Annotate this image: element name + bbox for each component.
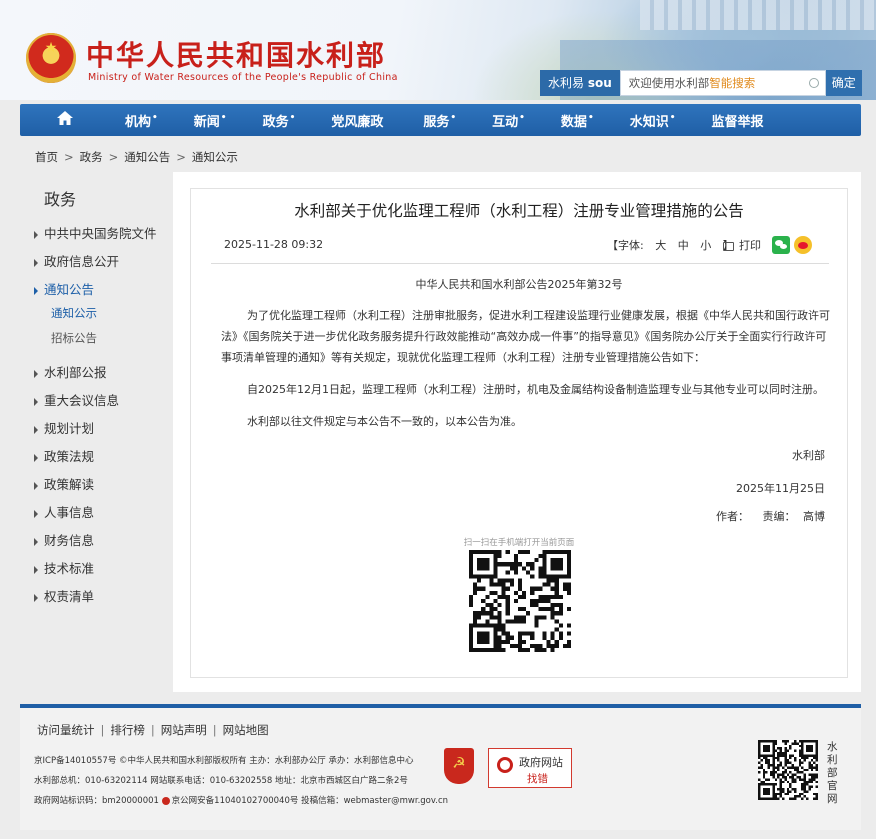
chevron-right-icon [34, 369, 38, 378]
footer-vertical-label: 水利部官网 [827, 741, 838, 805]
sidebar-item-guihua-jihua[interactable]: 规划计划 [34, 418, 94, 437]
breadcrumb-tongzhi-gonggao[interactable]: 通知公告 [124, 150, 170, 164]
article-signer: 水利部 [792, 449, 825, 462]
article-paragraph: 自2025年12月1日起，监理工程师（水利工程）注册时，机电及金属结构设备制造监… [247, 383, 824, 396]
nav-item-dangfeng[interactable]: 党风廉政 [331, 111, 383, 130]
sidebar-title: 政务 [44, 190, 77, 209]
breadcrumb-home[interactable]: 首页 [35, 150, 58, 164]
footer-identifiers: 政府网站标识码：bm20000001 京公网安备11040102700040号 … [34, 796, 448, 806]
party-org-badge-icon[interactable]: ☭ [444, 748, 474, 784]
chevron-right-icon [34, 397, 38, 406]
sidebar-item-zhengce-jiedu[interactable]: 政策解读 [34, 474, 94, 493]
search-bar: 水利易 sou 欢迎使用水利部 智能搜索 确定 [540, 70, 862, 96]
article-paragraph: 为了优化监理工程师（水利工程）注册审批服务，促进水利工程建设监理行业健康发展，根… [221, 309, 830, 364]
sidebar-item-zhongda-huiyi[interactable]: 重大会议信息 [34, 390, 119, 409]
main-nav: 机构• 新闻• 政务• 党风廉政 服务• 互动• 数据• 水知识• 监督举报 [20, 104, 861, 136]
banner-dam [640, 0, 876, 30]
sidebar: 政务 中共中央国务院文件 政府信息公开 通知公告 通知公示 招标公告 水利部公报… [20, 172, 173, 692]
chevron-right-icon [34, 453, 38, 462]
sidebar-subitem-tongzhi-gongshi[interactable]: 通知公示 [51, 305, 97, 321]
nav-item-jiandu[interactable]: 监督举报 [711, 111, 763, 130]
search-brand: 水利易 sou [540, 70, 620, 96]
editor-name: 高博 [803, 510, 825, 523]
sidebar-item-renshi-xinxi[interactable]: 人事信息 [34, 502, 94, 521]
article-paragraph: 水利部以往文件规定与本公告不一致的，以本公告为准。 [247, 415, 522, 428]
footer-link-sitemap[interactable]: 网站地图 [223, 723, 269, 737]
voice-search-icon[interactable] [808, 78, 819, 88]
chevron-right-icon [34, 593, 38, 602]
home-icon[interactable] [20, 111, 90, 129]
gov-site-error-badge[interactable]: 政府网站 找错 [488, 748, 572, 788]
search-placeholder: 欢迎使用水利部 [628, 76, 710, 90]
nav-item-fuwu[interactable]: 服务• [423, 111, 456, 129]
sidebar-item-zhengce-fagui[interactable]: 政策法规 [34, 446, 94, 465]
nav-item-zhengwu[interactable]: 政务• [263, 111, 296, 129]
nav-item-shuju[interactable]: 数据• [561, 111, 594, 129]
sidebar-item-gongbao[interactable]: 水利部公报 [34, 362, 107, 381]
search-brand-prefix: 水利易 [548, 76, 585, 90]
sidebar-item-quanze-qingdan[interactable]: 权责清单 [34, 586, 94, 605]
nav-item-hudong[interactable]: 互动• [492, 111, 525, 129]
footer: 访问量统计 | 排行榜 | 网站声明 | 网站地图 京ICP备14010557号 ©中华人民… [20, 708, 861, 830]
main-panel: 政务 中共中央国务院文件 政府信息公开 通知公告 通知公示 招标公告 水利部公报… [20, 172, 861, 692]
font-size-label: 【字体: [607, 239, 644, 252]
search-submit-button[interactable]: 确定 [825, 70, 862, 96]
print-button[interactable]: 打印 [723, 237, 761, 253]
divider [211, 263, 829, 264]
sidebar-subitem-zhaobiao-gonggao[interactable]: 招标公告 [51, 330, 97, 346]
magnifier-icon [497, 757, 513, 773]
police-badge-icon [161, 796, 170, 805]
chevron-right-icon [34, 565, 38, 574]
author-label: 作者： [716, 510, 749, 523]
font-size-large[interactable]: 大 [655, 239, 666, 252]
font-size-medium[interactable]: 中 [678, 239, 689, 252]
national-emblem-icon: ★ [26, 33, 76, 83]
footer-links: 访问量统计 | 排行榜 | 网站声明 | 网站地图 [37, 723, 269, 737]
footer-link-ranking[interactable]: 排行榜 [110, 723, 145, 737]
nav-item-shuizhishi[interactable]: 水知识• [630, 111, 676, 129]
sidebar-item-jishu-biaozhun[interactable]: 技术标准 [34, 558, 94, 577]
search-brand-suffix: sou [587, 76, 612, 90]
footer-link-statement[interactable]: 网站声明 [161, 723, 207, 737]
chevron-right-icon [34, 481, 38, 490]
search-placeholder-highlight: 智能搜索 [709, 76, 756, 90]
article-doc-number: 中华人民共和国水利部公告2025年第32号 [415, 278, 623, 291]
article-date: 2025-11-28 09:32 [224, 238, 324, 251]
header-banner: ★ 中华人民共和国水利部 Ministry of Water Resources… [0, 0, 876, 100]
chevron-right-icon [34, 286, 38, 295]
breadcrumb-tongzhi-gongshi[interactable]: 通知公示 [192, 150, 238, 164]
site-subtitle: Ministry of Water Resources of the Peopl… [88, 72, 398, 83]
sidebar-item-tongzhi-gonggao[interactable]: 通知公告 [34, 279, 94, 298]
editor-label: 责编： [762, 510, 796, 523]
footer-qr-code-icon [758, 740, 818, 800]
search-input[interactable]: 欢迎使用水利部 智能搜索 [619, 70, 826, 96]
wechat-share-icon[interactable] [772, 236, 790, 254]
sidebar-item-zhonggong-wenjian[interactable]: 中共中央国务院文件 [34, 223, 157, 242]
breadcrumb: 首页 > 政务 > 通知公告 > 通知公示 [35, 150, 238, 164]
footer-link-stats[interactable]: 访问量统计 [37, 723, 95, 737]
font-size-small[interactable]: 小 [700, 239, 711, 252]
chevron-right-icon [34, 425, 38, 434]
footer-copyright: 京ICP备14010557号 ©中华人民共和国水利部版权所有 主办：水利部办公厅… [34, 756, 414, 766]
site-title[interactable]: 中华人民共和国水利部 [86, 34, 386, 74]
qr-code-icon [469, 550, 571, 652]
footer-contact: 水利部总机：010-63202114 网站联系电话：010-63202558 地… [34, 776, 408, 786]
article-title: 水利部关于优化监理工程师（水利工程）注册专业管理措施的公告 [294, 202, 744, 220]
weibo-share-icon[interactable] [794, 236, 812, 254]
chevron-right-icon [34, 258, 38, 267]
nav-item-jigou[interactable]: 机构• [125, 111, 158, 129]
article-sign-date: 2025年11月25日 [736, 482, 825, 495]
qr-caption: 扫一扫在手机端打开当前页面 [463, 538, 575, 548]
article-author-line: 作者： 责编： 高博 [716, 508, 825, 524]
nav-item-xinwen[interactable]: 新闻• [194, 111, 227, 129]
article-container: 水利部关于优化监理工程师（水利工程）注册专业管理措施的公告 2025-11-28… [190, 188, 848, 678]
sidebar-item-xinxi-gongkai[interactable]: 政府信息公开 [34, 251, 119, 270]
chevron-right-icon [34, 537, 38, 546]
chevron-right-icon [34, 509, 38, 518]
chevron-right-icon [34, 230, 38, 239]
printer-icon [723, 241, 734, 251]
sidebar-item-caiwu-xinxi[interactable]: 财务信息 [34, 530, 94, 549]
breadcrumb-zhengwu[interactable]: 政务 [80, 150, 103, 164]
font-size-control: 【字体: 大 中 小 】 [607, 237, 734, 253]
